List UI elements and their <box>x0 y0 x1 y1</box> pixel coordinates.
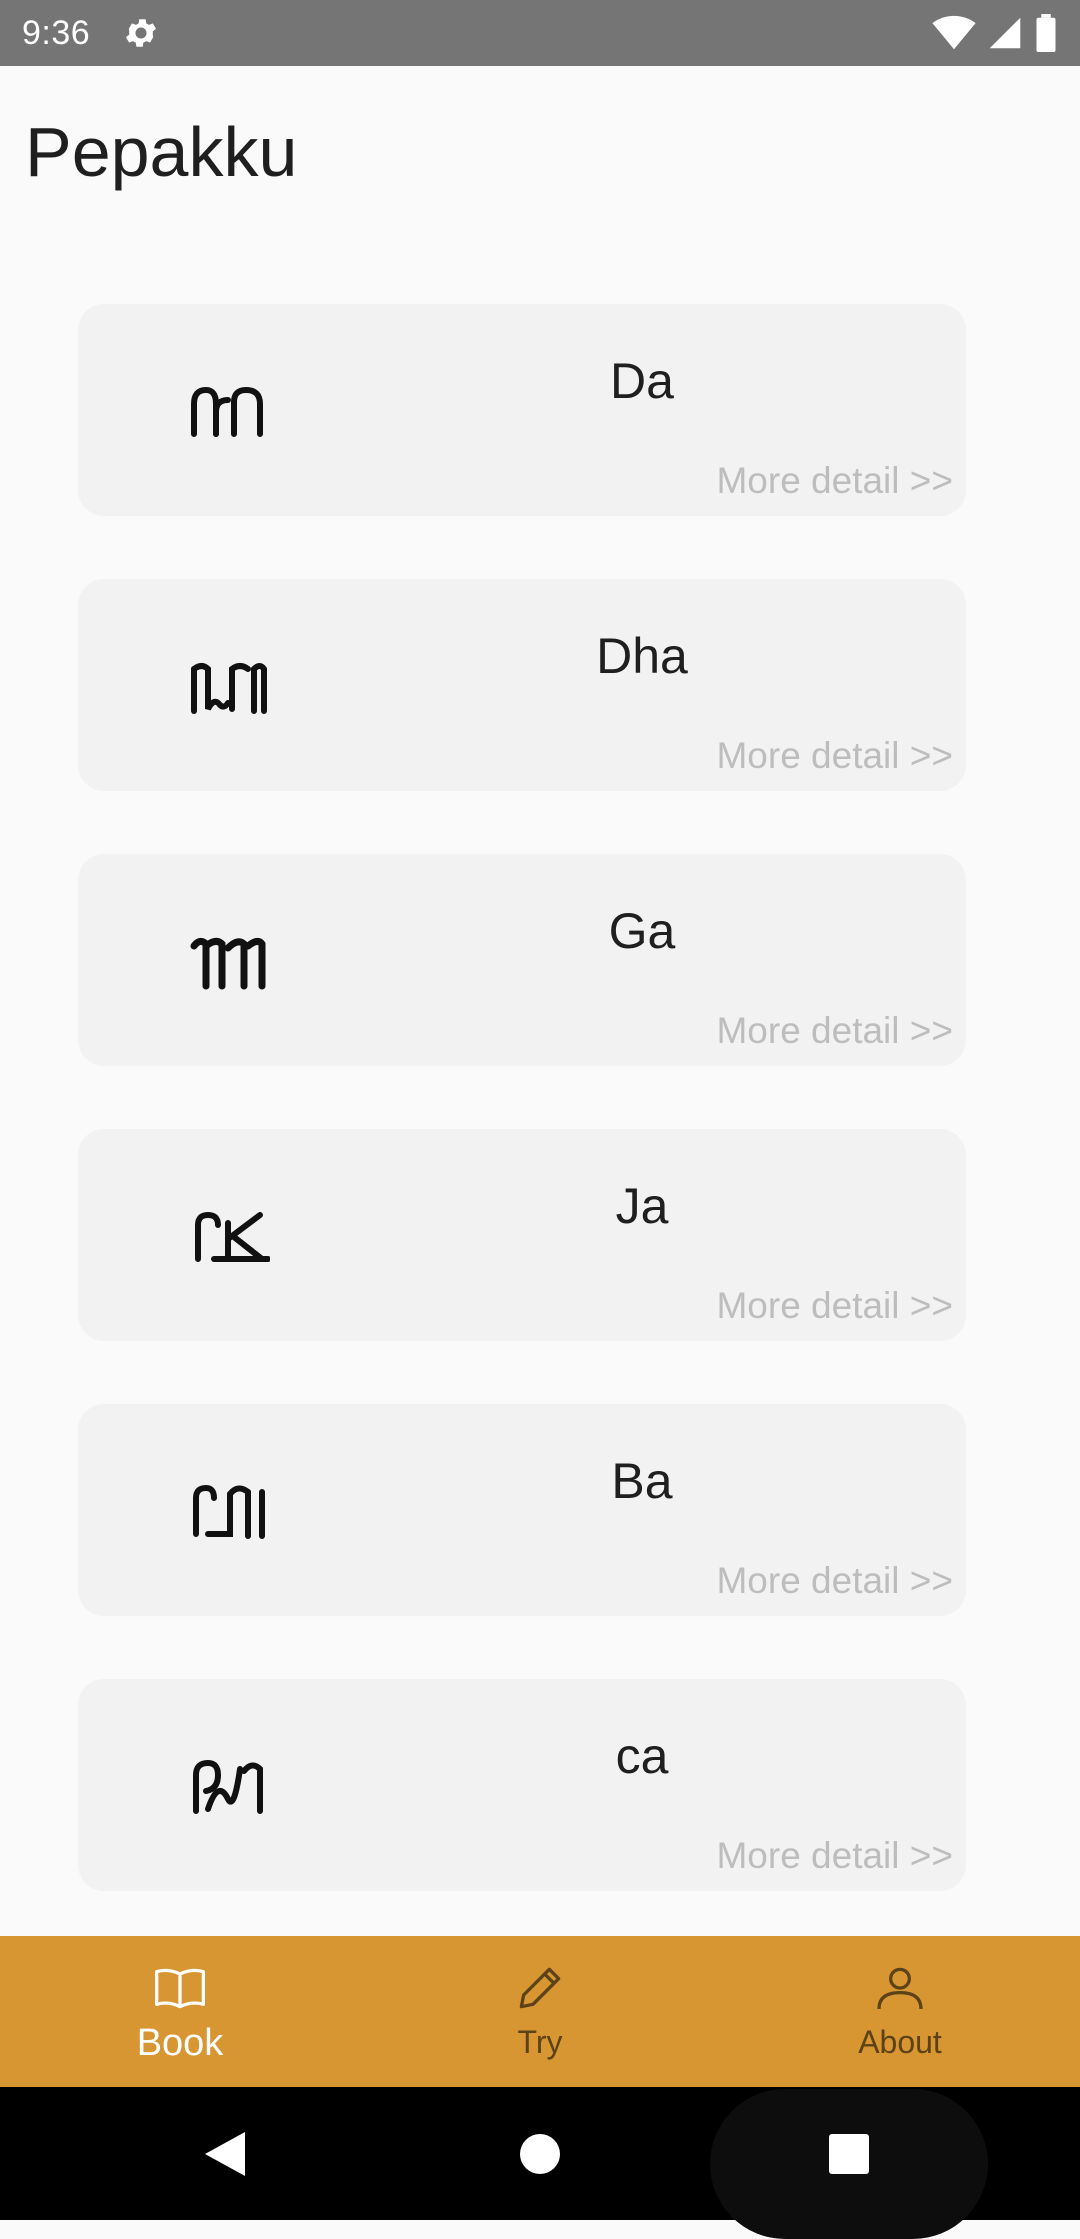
battery-icon <box>1036 14 1056 52</box>
letter-card-ba[interactable]: Ba More detail >> <box>78 1404 966 1616</box>
letter-name: Ja <box>615 1178 669 1234</box>
javanese-da-glyph <box>191 386 263 437</box>
nav-label: About <box>858 2024 942 2060</box>
nav-item-about[interactable]: About <box>720 1936 1080 2087</box>
pencil-icon <box>519 1967 561 2009</box>
letter-card-dha[interactable]: Dha More detail >> <box>78 579 966 791</box>
bottom-navigation: Book Try About <box>0 1936 1080 2087</box>
letter-card-da[interactable]: Da More detail >> <box>78 304 966 516</box>
home-icon[interactable] <box>519 2133 561 2175</box>
more-detail-link[interactable]: More detail >> <box>716 1560 953 1602</box>
status-time: 9:36 <box>22 13 91 52</box>
wifi-icon <box>932 15 976 50</box>
javanese-ja-glyph <box>195 1211 270 1262</box>
recents-icon[interactable] <box>828 2133 870 2175</box>
letter-name: Da <box>610 353 674 409</box>
status-indicators <box>932 14 1058 52</box>
javanese-ba-glyph <box>193 1484 265 1539</box>
nav-label: Book <box>136 2022 224 2064</box>
letter-name: Ga <box>608 903 676 959</box>
javanese-dha-glyph <box>191 663 267 714</box>
nav-item-book[interactable]: Book <box>0 1936 360 2087</box>
more-detail-link[interactable]: More detail >> <box>716 1285 953 1327</box>
gear-icon <box>126 19 157 47</box>
letter-name: Dha <box>596 628 688 684</box>
letter-list: Da More detail >> Dha More detail >> Ga … <box>78 304 966 1954</box>
signal-icon <box>989 17 1021 49</box>
status-bar: 9:36 <box>0 0 1080 66</box>
letter-card-ga[interactable]: Ga More detail >> <box>78 854 966 1066</box>
more-detail-link[interactable]: More detail >> <box>716 460 953 502</box>
letter-card-ca[interactable]: ca More detail >> <box>78 1679 966 1891</box>
nav-label: Try <box>517 2024 563 2060</box>
person-icon <box>877 1967 923 2010</box>
letter-card-ja[interactable]: Ja More detail >> <box>78 1129 966 1341</box>
javanese-ga-glyph <box>190 937 266 990</box>
book-icon <box>155 1968 205 2009</box>
back-icon[interactable] <box>203 2130 247 2178</box>
letter-name: ca <box>615 1728 669 1784</box>
more-detail-link[interactable]: More detail >> <box>716 1835 953 1877</box>
page-title: Pepakku <box>25 113 298 191</box>
more-detail-link[interactable]: More detail >> <box>716 735 953 777</box>
nav-item-try[interactable]: Try <box>360 1936 720 2087</box>
more-detail-link[interactable]: More detail >> <box>716 1010 953 1052</box>
letter-name: Ba <box>611 1453 673 1509</box>
javanese-ca-glyph <box>193 1759 263 1814</box>
